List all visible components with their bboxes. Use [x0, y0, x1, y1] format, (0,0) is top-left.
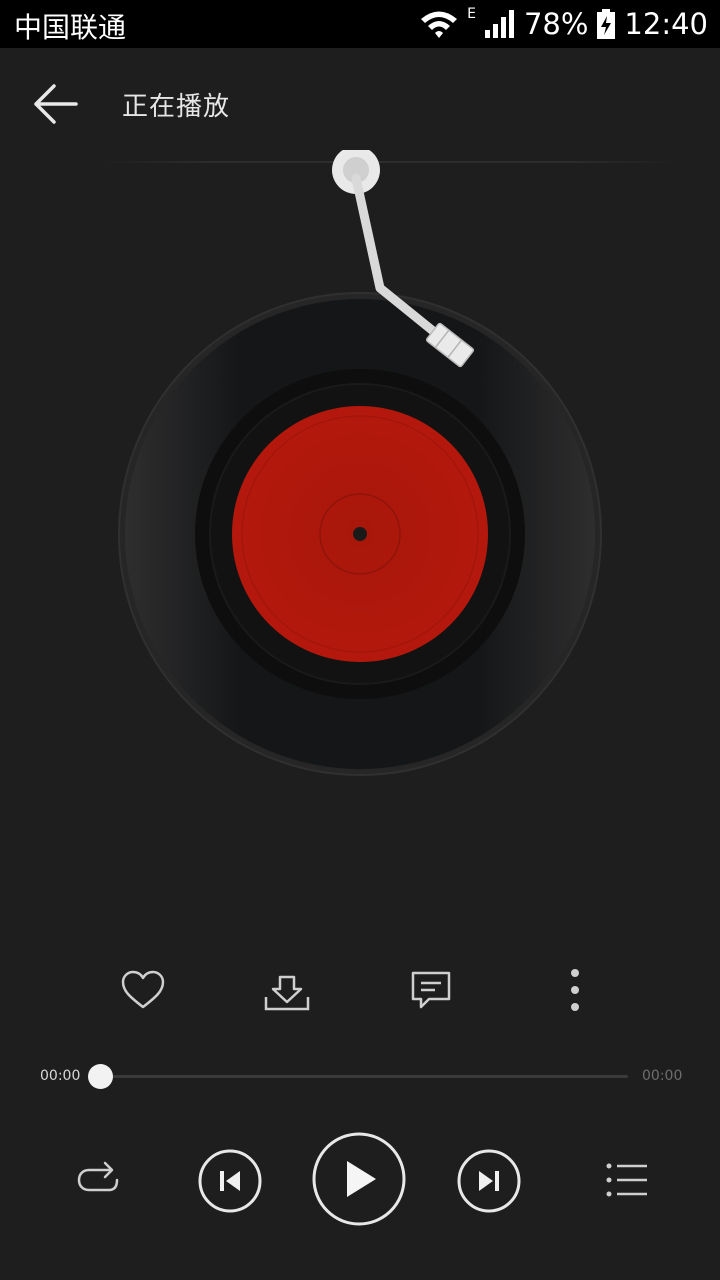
more-vertical-icon: [571, 969, 579, 1011]
status-bar: 中国联通 E 78% 12:40: [0, 0, 720, 48]
heart-icon: [121, 970, 165, 1009]
total-time: 00:00: [642, 1068, 683, 1084]
like-button[interactable]: [113, 960, 173, 1020]
next-button[interactable]: [456, 1148, 522, 1214]
progress-thumb[interactable]: [87, 1064, 113, 1089]
playlist-button[interactable]: [602, 1160, 652, 1200]
download-button[interactable]: [257, 960, 317, 1020]
current-time: 00:00: [40, 1068, 81, 1084]
spindle-hole: [353, 527, 367, 541]
app-header: 正在播放: [0, 48, 720, 160]
comment-button[interactable]: [401, 960, 461, 1020]
back-button[interactable]: [30, 82, 82, 126]
repeat-icon: [77, 1161, 119, 1192]
playback-progress: 00:00 00:00: [0, 1056, 720, 1096]
playlist-icon: [606, 1163, 647, 1197]
progress-track[interactable]: [100, 1075, 628, 1078]
page-title: 正在播放: [122, 92, 231, 122]
tonearm: [310, 146, 500, 380]
arrow-left-icon: [34, 84, 78, 124]
skip-next-icon: [457, 1149, 521, 1213]
song-actions: [0, 960, 720, 1020]
clock: 12:40: [624, 7, 708, 41]
play-icon: [312, 1132, 406, 1226]
previous-button[interactable]: [197, 1148, 263, 1214]
play-button[interactable]: [312, 1132, 406, 1226]
signal-icon: [484, 10, 514, 38]
wifi-icon: [421, 11, 458, 38]
comment-icon: [411, 971, 451, 1009]
battery-charging-icon: [597, 9, 616, 39]
skip-previous-icon: [198, 1149, 262, 1213]
repeat-button[interactable]: [70, 1160, 126, 1200]
playback-controls: [0, 1130, 720, 1230]
more-button[interactable]: [545, 960, 605, 1020]
network-type-label: E: [467, 6, 476, 22]
status-icons: E 78% 12:40: [419, 4, 708, 44]
carrier-name: 中国联通: [14, 11, 127, 44]
download-icon: [264, 975, 310, 1011]
battery-percent: 78%: [523, 7, 589, 41]
